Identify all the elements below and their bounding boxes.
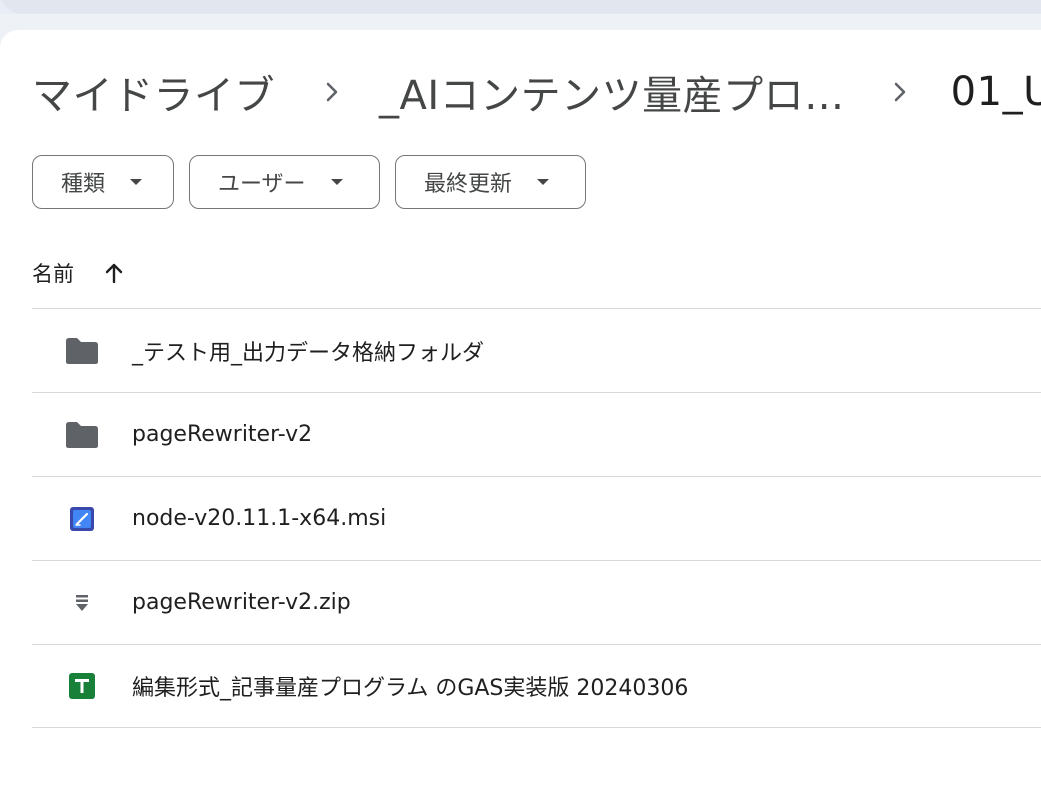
filter-user-label: ユーザー xyxy=(218,172,306,197)
file-name: _テスト用_出力データ格納フォルダ xyxy=(132,340,485,366)
installer-icon xyxy=(32,506,132,532)
search-bar-edge[interactable] xyxy=(0,0,1041,14)
breadcrumb-item-my-drive[interactable]: マイドライブ xyxy=(32,63,275,121)
arrow-up-icon[interactable] xyxy=(104,262,124,284)
file-name: node-v20.11.1-x64.msi xyxy=(132,506,387,531)
column-header: 名前 xyxy=(32,252,124,294)
caret-down-icon xyxy=(129,178,143,186)
breadcrumb: マイドライブ _AIコンテンツ量産プロ… 01_U xyxy=(32,64,1041,120)
file-list: _テスト用_出力データ格納フォルダ pageRewriter-v2 node-v… xyxy=(32,308,1041,728)
file-name: pageRewriter-v2.zip xyxy=(132,590,351,615)
file-name: pageRewriter-v2 xyxy=(132,422,313,447)
folder-icon xyxy=(32,421,132,449)
filter-user-button[interactable]: ユーザー xyxy=(189,155,380,209)
filter-modified-button[interactable]: 最終更新 xyxy=(395,155,586,209)
list-item[interactable]: _テスト用_出力データ格納フォルダ xyxy=(32,308,1041,392)
filter-type-label: 種類 xyxy=(61,172,106,197)
filter-chips: 種類 ユーザー 最終更新 xyxy=(32,155,586,209)
caret-down-icon xyxy=(536,178,550,186)
chevron-right-icon xyxy=(317,81,347,103)
filter-modified-label: 最終更新 xyxy=(424,172,513,197)
breadcrumb-item-folder[interactable]: _AIコンテンツ量産プロ… xyxy=(379,63,845,121)
caret-down-icon xyxy=(330,178,344,186)
list-item[interactable]: 編集形式_記事量産プログラム のGAS実装版 20240306 xyxy=(32,644,1041,728)
breadcrumb-item-current[interactable]: 01_U xyxy=(951,69,1041,115)
list-item[interactable]: pageRewriter-v2 xyxy=(32,392,1041,476)
list-item[interactable]: node-v20.11.1-x64.msi xyxy=(32,476,1041,560)
file-name: 編集形式_記事量産プログラム のGAS実装版 20240306 xyxy=(132,676,689,701)
list-item[interactable]: pageRewriter-v2.zip xyxy=(32,560,1041,644)
filter-type-button[interactable]: 種類 xyxy=(32,155,174,209)
top-search-strip xyxy=(0,0,1041,14)
zip-icon xyxy=(32,593,132,613)
column-header-name[interactable]: 名前 xyxy=(32,258,74,288)
sheets-icon xyxy=(32,672,132,700)
chevron-right-icon xyxy=(885,81,915,103)
folder-icon xyxy=(32,337,132,365)
